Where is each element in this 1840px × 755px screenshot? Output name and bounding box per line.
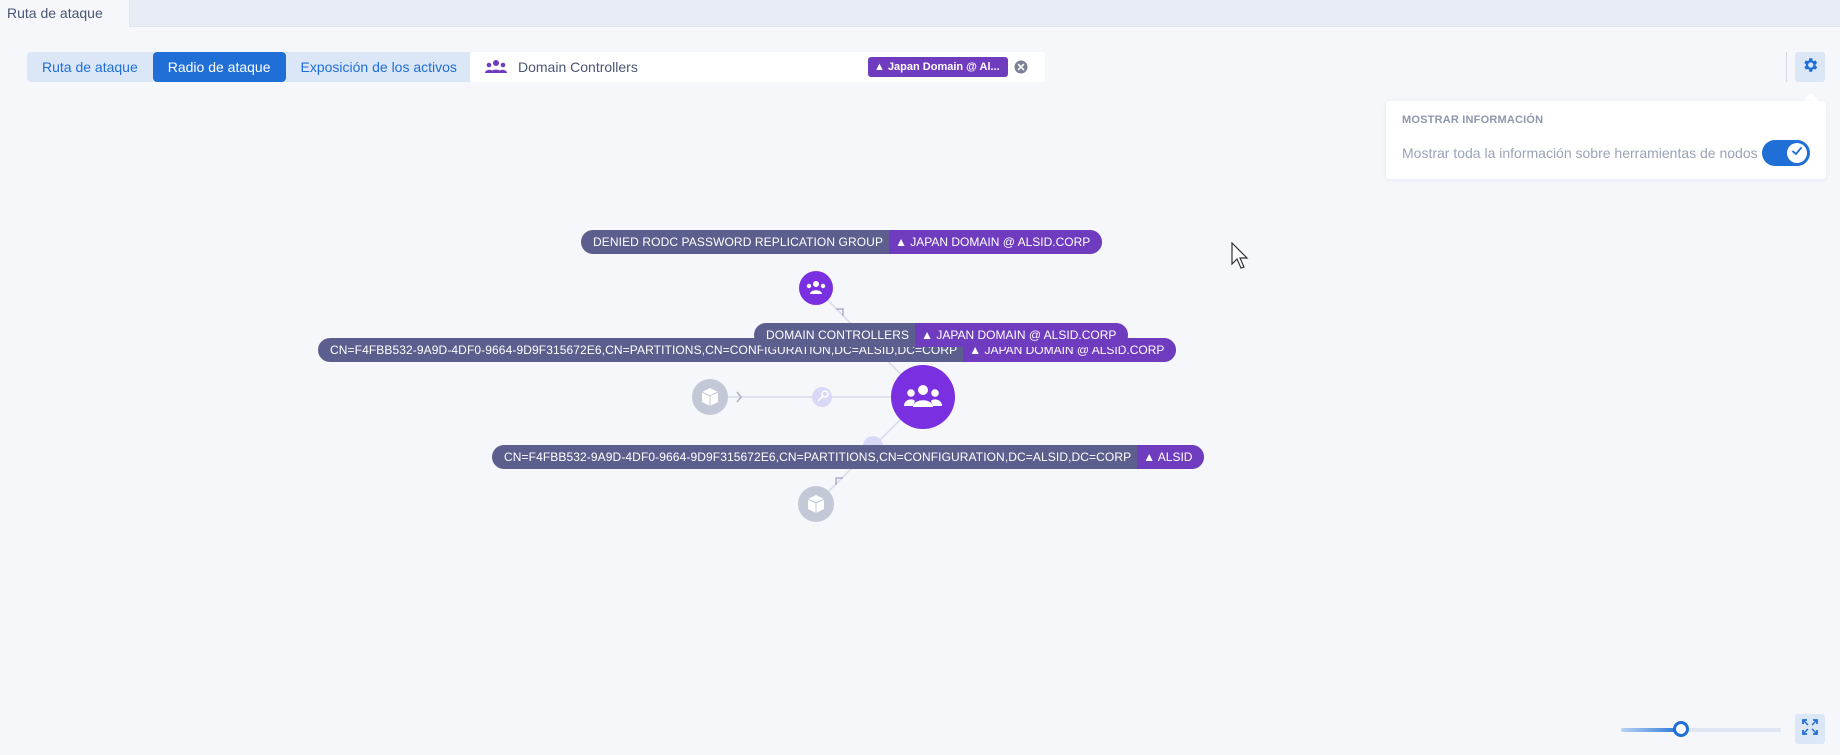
- attack-graph: [692, 271, 955, 522]
- group-node-denied-rodc[interactable]: [799, 271, 833, 305]
- node-label-domain-controllers[interactable]: DOMAIN CONTROLLERS ▲ JAPAN DOMAIN @ ALSI…: [754, 323, 1129, 347]
- node-label-denied-rodc[interactable]: DENIED RODC PASSWORD REPLICATION GROUP ▲…: [581, 230, 1103, 254]
- cube-node-partition-left[interactable]: [692, 379, 728, 415]
- cube-node-partition-bottom[interactable]: [798, 486, 834, 522]
- node-label-partition-bottom[interactable]: CN=F4FBB532-9A9D-4DF0-9664-9D9F315672E6,…: [492, 445, 1205, 469]
- key-icon[interactable]: [812, 387, 832, 407]
- expand-icon: [1802, 718, 1818, 740]
- zoom-slider-thumb[interactable]: [1673, 721, 1689, 737]
- fullscreen-button[interactable]: [1795, 714, 1825, 744]
- mouse-cursor-icon: [1231, 242, 1249, 269]
- zoom-slider-track[interactable]: [1621, 728, 1781, 732]
- group-node-domain-controllers[interactable]: [891, 365, 955, 429]
